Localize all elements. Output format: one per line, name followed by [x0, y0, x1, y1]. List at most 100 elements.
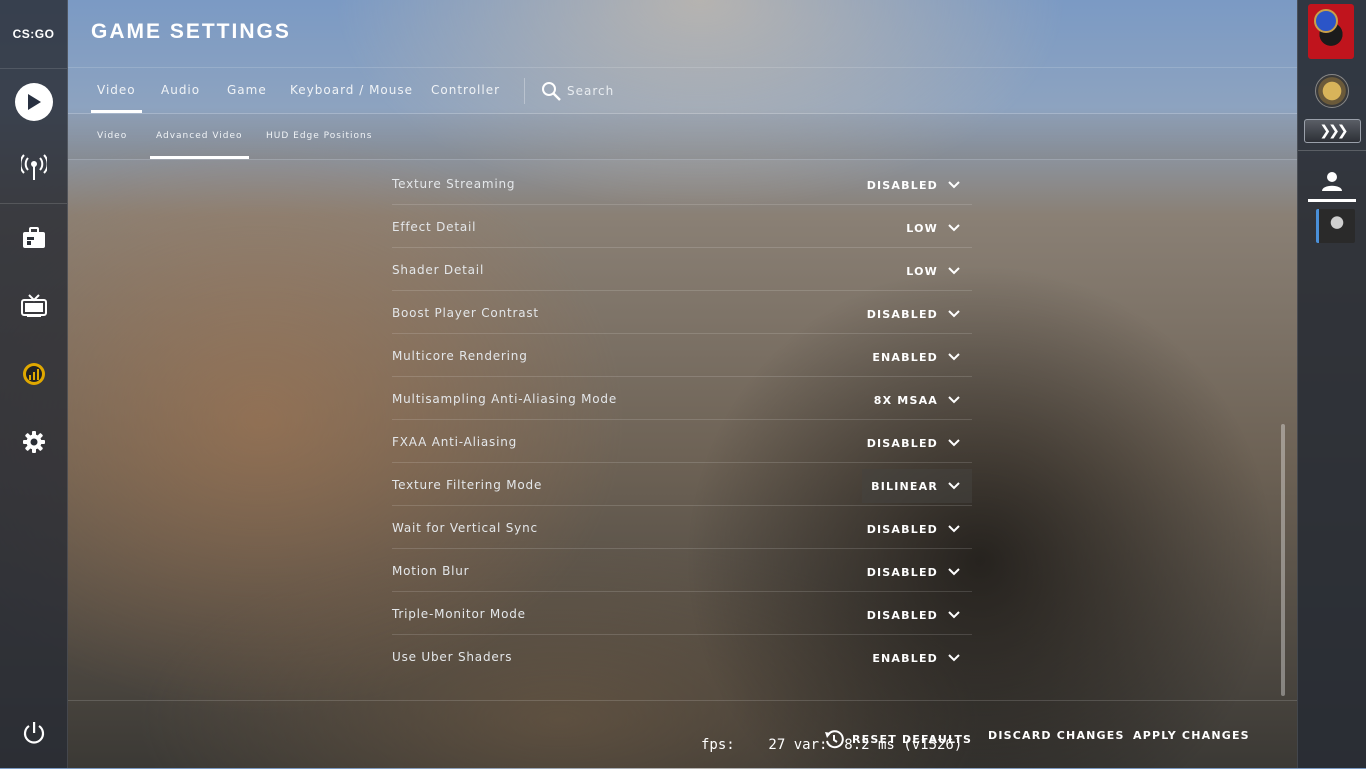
- setting-dropdown[interactable]: DISABLED: [858, 512, 972, 546]
- setting-value: 8X MSAA: [873, 393, 938, 407]
- setting-row[interactable]: Boost Player Contrast DISABLED: [392, 291, 972, 334]
- tab-keyboard-mouse[interactable]: Keyboard / Mouse: [290, 83, 413, 97]
- subtab-video[interactable]: Video: [97, 131, 127, 141]
- setting-dropdown[interactable]: DISABLED: [858, 168, 972, 202]
- settings-tabs: Video Audio Game Keyboard / Mouse Contro…: [68, 68, 1297, 114]
- chevron-down-icon: [948, 525, 960, 533]
- setting-dropdown[interactable]: DISABLED: [858, 598, 972, 632]
- setting-value: ENABLED: [872, 651, 938, 665]
- stats-icon: [22, 363, 45, 385]
- chevron-down-icon: [948, 654, 960, 662]
- setting-row[interactable]: Effect Detail LOW: [392, 205, 972, 248]
- chevron-rank-icon: ❯❯❯: [1319, 123, 1348, 139]
- tab-audio[interactable]: Audio: [161, 83, 200, 97]
- quit-button[interactable]: [0, 708, 67, 758]
- setting-label: Multisampling Anti-Aliasing Mode: [392, 392, 618, 406]
- setting-row[interactable]: Texture Streaming DISABLED: [392, 162, 972, 205]
- setting-dropdown[interactable]: DISABLED: [858, 555, 972, 589]
- video-subtabs: Video Advanced Video HUD Edge Positions: [68, 114, 1297, 160]
- setting-row[interactable]: Use Uber Shaders ENABLED: [392, 635, 972, 677]
- setting-value: LOW: [906, 221, 938, 235]
- setting-value: LOW: [906, 264, 938, 278]
- setting-dropdown[interactable]: DISABLED: [858, 426, 972, 460]
- setting-label: Texture Filtering Mode: [392, 478, 543, 492]
- setting-dropdown[interactable]: ENABLED: [863, 340, 972, 374]
- chevron-down-icon: [948, 310, 960, 318]
- player-avatar[interactable]: [1308, 4, 1354, 59]
- setting-value: BILINEAR: [871, 479, 938, 493]
- play-button[interactable]: [0, 77, 67, 127]
- chevron-down-icon: [948, 181, 960, 189]
- setting-row[interactable]: Triple-Monitor Mode DISABLED: [392, 592, 972, 635]
- chevron-down-icon: [948, 439, 960, 447]
- power-icon: [23, 722, 44, 744]
- setting-dropdown[interactable]: BILINEAR: [862, 469, 972, 503]
- play-icon: [14, 83, 53, 121]
- chevron-down-icon: [948, 396, 960, 404]
- discard-changes-button[interactable]: DISCARD CHANGES: [988, 729, 1125, 742]
- setting-row[interactable]: Wait for Vertical Sync DISABLED: [392, 506, 972, 549]
- subtab-hud-edge-positions[interactable]: HUD Edge Positions: [266, 131, 372, 141]
- setting-label: Motion Blur: [392, 564, 470, 578]
- search-label: Search: [567, 84, 615, 98]
- setting-value: DISABLED: [866, 608, 938, 622]
- setting-dropdown[interactable]: LOW: [897, 211, 972, 245]
- setting-dropdown[interactable]: 8X MSAA: [865, 383, 972, 417]
- scrollbar[interactable]: [1281, 424, 1285, 696]
- setting-row[interactable]: Multisampling Anti-Aliasing Mode 8X MSAA: [392, 377, 972, 420]
- setting-label: Multicore Rendering: [392, 349, 528, 363]
- chevron-down-icon: [948, 224, 960, 232]
- setting-dropdown[interactable]: DISABLED: [858, 297, 972, 331]
- apply-changes-button[interactable]: APPLY CHANGES: [1133, 729, 1250, 742]
- settings-button[interactable]: [0, 417, 67, 467]
- setting-row[interactable]: Motion Blur DISABLED: [392, 549, 972, 592]
- setting-label: Wait for Vertical Sync: [392, 521, 538, 535]
- panel-divider: [1298, 150, 1366, 151]
- setting-row[interactable]: Multicore Rendering ENABLED: [392, 334, 972, 377]
- tab-game[interactable]: Game: [227, 83, 267, 97]
- setting-dropdown[interactable]: ENABLED: [863, 641, 972, 675]
- setting-label: Use Uber Shaders: [392, 650, 513, 664]
- setting-row[interactable]: Shader Detail LOW: [392, 248, 972, 291]
- setting-value: DISABLED: [866, 178, 938, 192]
- watch-button[interactable]: [0, 281, 67, 331]
- fps-overlay: fps: 27 var: 8.2 ms (v1526): [701, 737, 963, 753]
- nav-divider: [0, 203, 67, 204]
- friends-tab[interactable]: [1308, 163, 1356, 202]
- operation-button[interactable]: [0, 349, 67, 399]
- search-icon: [542, 82, 561, 101]
- setting-label: Boost Player Contrast: [392, 306, 539, 320]
- page-title: GAME SETTINGS: [91, 20, 291, 43]
- chevron-down-icon: [948, 568, 960, 576]
- setting-value: DISABLED: [866, 565, 938, 579]
- setting-dropdown[interactable]: LOW: [897, 254, 972, 288]
- tv-icon: [20, 294, 47, 317]
- chevron-down-icon: [948, 611, 960, 619]
- inventory-button[interactable]: [0, 213, 67, 263]
- setting-value: DISABLED: [866, 522, 938, 536]
- csgo-logo[interactable]: CS:GO: [0, 0, 67, 69]
- inventory-icon: [22, 227, 45, 248]
- subtab-advanced-video[interactable]: Advanced Video: [150, 131, 249, 159]
- setting-row[interactable]: FXAA Anti-Aliasing DISABLED: [392, 420, 972, 463]
- friend-avatar[interactable]: [1316, 209, 1355, 243]
- gear-icon: [22, 431, 45, 453]
- broadcast-icon: [20, 154, 47, 180]
- service-medal-icon: [1314, 9, 1338, 33]
- tab-controller[interactable]: Controller: [431, 83, 500, 97]
- search-button[interactable]: Search: [541, 81, 614, 101]
- advanced-video-settings-list: Texture Streaming DISABLED Effect Detail LO…: [392, 162, 972, 677]
- setting-row[interactable]: Texture Filtering Mode BILINEAR: [392, 463, 972, 506]
- profile-rank-icon[interactable]: [1315, 74, 1349, 108]
- chevron-down-icon: [948, 267, 960, 275]
- tab-video[interactable]: Video: [91, 83, 142, 113]
- settings-footer: RESET DEFAULTS DISCARD CHANGES APPLY CHA…: [68, 700, 1297, 769]
- social-panel: ❯❯❯: [1297, 0, 1366, 768]
- watch-broadcast-button[interactable]: [0, 142, 67, 192]
- competitive-rank-badge[interactable]: ❯❯❯: [1304, 119, 1361, 143]
- person-icon: [1322, 172, 1342, 191]
- setting-value: DISABLED: [866, 307, 938, 321]
- setting-label: Texture Streaming: [392, 177, 516, 191]
- setting-label: FXAA Anti-Aliasing: [392, 435, 518, 449]
- setting-value: DISABLED: [866, 436, 938, 450]
